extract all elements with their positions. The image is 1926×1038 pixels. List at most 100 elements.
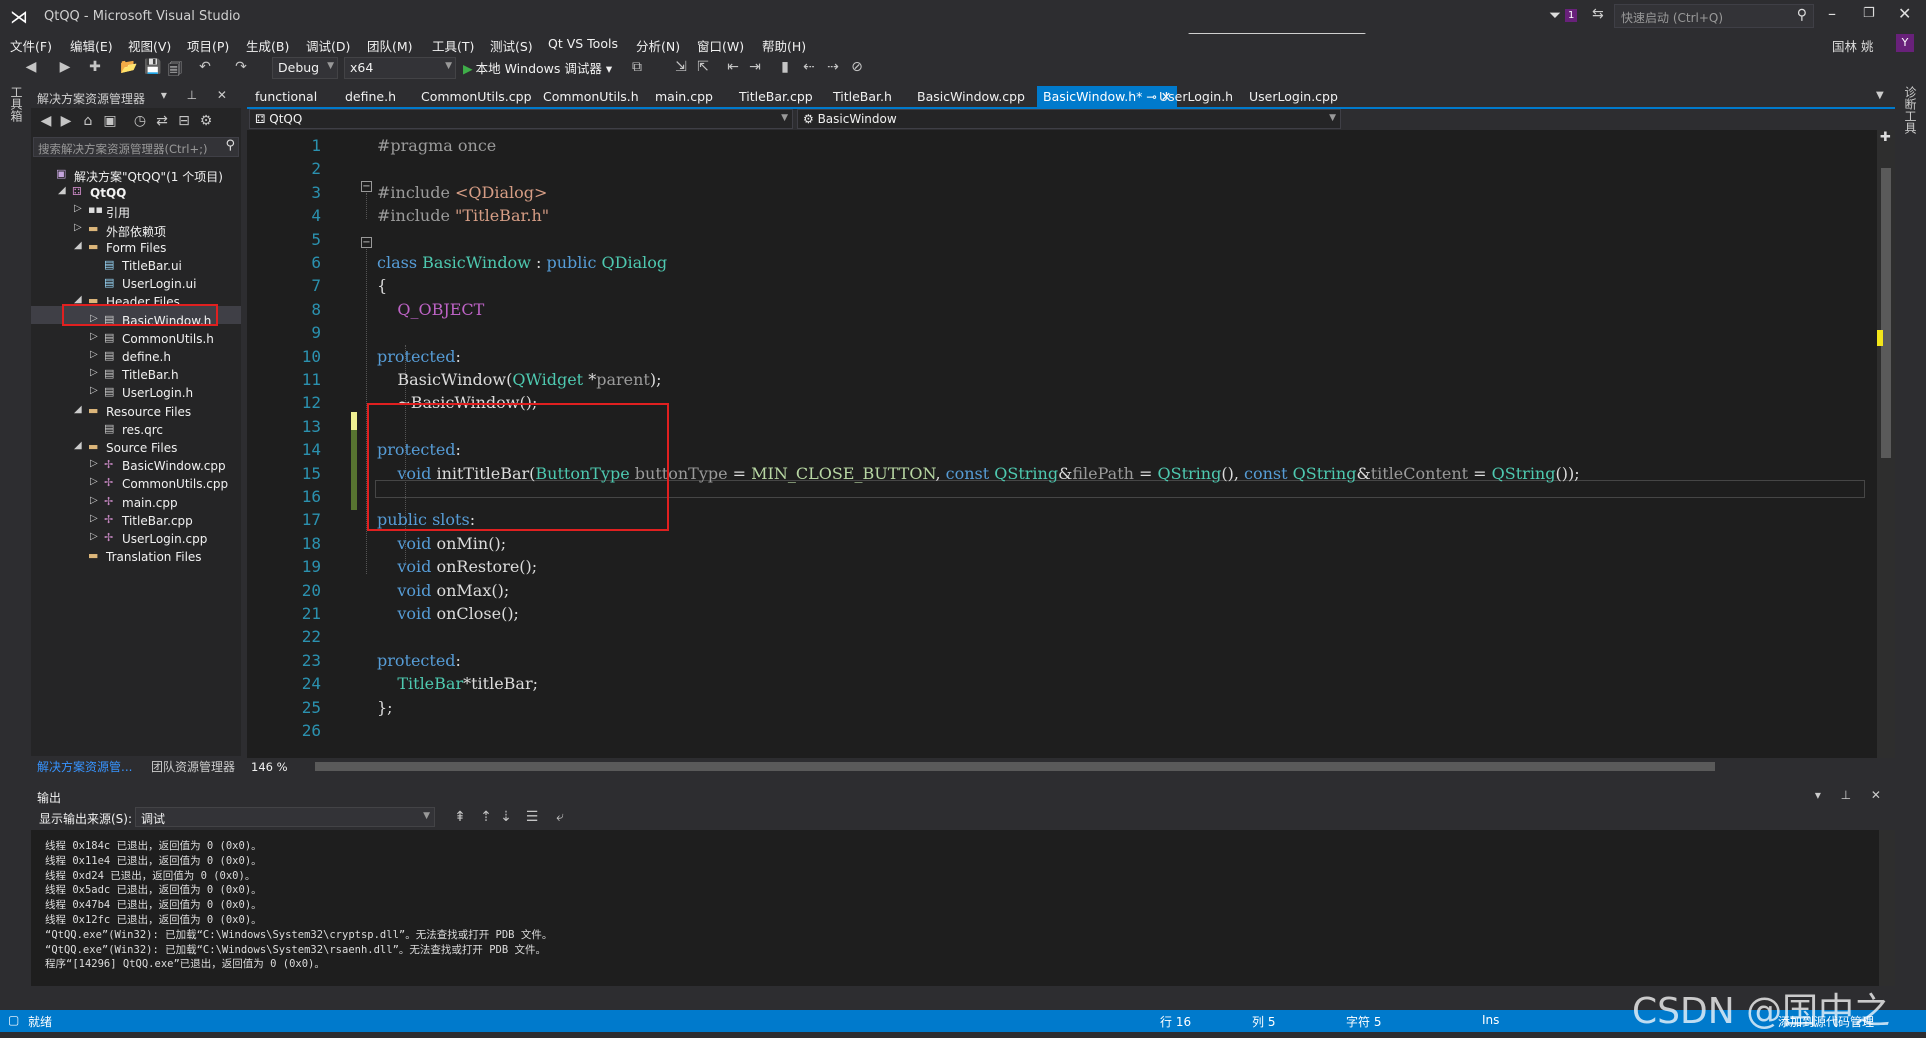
- properties-icon[interactable]: ⚙: [197, 113, 215, 129]
- menu-build[interactable]: 生成(B): [246, 36, 289, 55]
- indent-icon[interactable]: ⇥: [746, 59, 764, 75]
- menu-window[interactable]: 窗口(W): [697, 36, 744, 55]
- code-line[interactable]: void onMax();: [377, 581, 509, 600]
- navigate-forward-icon[interactable]: ▶: [56, 59, 74, 75]
- switch-views-icon[interactable]: ▣: [101, 113, 119, 129]
- code-line[interactable]: #include "TitleBar.h": [377, 206, 549, 225]
- user-avatar[interactable]: Y: [1896, 34, 1914, 52]
- save-all-icon[interactable]: 🗐: [166, 59, 184, 83]
- code-line[interactable]: void onRestore();: [377, 557, 537, 576]
- tree-item[interactable]: ▤ UserLogin.ui: [31, 276, 241, 294]
- doc-tab[interactable]: CommonUtils.h: [537, 86, 645, 108]
- code-line[interactable]: #pragma once: [377, 136, 496, 155]
- collapsed-arrow-icon[interactable]: ▷: [90, 458, 102, 469]
- tree-item[interactable]: ▤ TitleBar.ui: [31, 258, 241, 276]
- tree-item[interactable]: ▷ ✢ UserLogin.cpp: [31, 531, 241, 549]
- code-editor[interactable]: 1 2 3 4 5 6 7 8 9 10 11 12 13 14 15 16 17 18 19 20 21 22 23 24 2…: [247, 130, 1877, 758]
- solution-search-input[interactable]: 搜索解决方案资源管理器(Ctrl+;) ⚲: [33, 137, 239, 157]
- scrollbar-thumb[interactable]: [315, 762, 1715, 771]
- tree-item[interactable]: ▷ ▤ TitleBar.h: [31, 367, 241, 385]
- editor-horizontal-scrollbar[interactable]: [315, 762, 1875, 772]
- menu-edit[interactable]: 编辑(E): [70, 36, 113, 55]
- notification-flag-icon[interactable]: ⏷: [1549, 6, 1561, 24]
- close-window-button[interactable]: ✕: [1898, 4, 1911, 23]
- platform-select[interactable]: x64 ▼: [344, 57, 456, 79]
- step-into-icon[interactable]: ⇲: [672, 59, 690, 75]
- tree-item[interactable]: ▷ ✢ main.cpp: [31, 495, 241, 513]
- collapsed-arrow-icon[interactable]: ▷: [90, 367, 102, 378]
- tree-item[interactable]: ▷ ▤ UserLogin.h: [31, 385, 241, 403]
- start-debugging-button[interactable]: ▶ 本地 Windows 调试器 ▾: [463, 58, 612, 78]
- bookmark-next-icon[interactable]: ⇢: [824, 59, 842, 75]
- tree-item[interactable]: ◢ ▬ Form Files: [31, 240, 241, 258]
- tabs-overflow-icon[interactable]: ▼: [1876, 90, 1884, 101]
- collapsed-arrow-icon[interactable]: ▷: [74, 203, 86, 214]
- forward-icon[interactable]: ▶: [57, 113, 75, 129]
- code-line[interactable]: protected:: [377, 347, 461, 366]
- attach-process-icon[interactable]: ⧉: [628, 59, 646, 75]
- menu-debug[interactable]: 调试(D): [306, 36, 350, 55]
- menu-analyze[interactable]: 分析(N): [636, 36, 680, 55]
- code-line[interactable]: Q_OBJECT: [377, 300, 484, 319]
- code-line[interactable]: #include <QDialog>: [377, 183, 547, 202]
- class-scope-select[interactable]: ⚙ BasicWindow ▼: [797, 109, 1341, 129]
- tree-item[interactable]: ▷ ✢ TitleBar.cpp: [31, 513, 241, 531]
- menu-test[interactable]: 测试(S): [490, 36, 533, 55]
- tree-item[interactable]: ◢ ▬ Resource Files: [31, 404, 241, 422]
- menu-qt-vs-tools[interactable]: Qt VS Tools: [548, 36, 618, 51]
- doc-tab[interactable]: TitleBar.h: [827, 86, 898, 108]
- collapsed-arrow-icon[interactable]: ▷: [90, 531, 102, 542]
- output-text-area[interactable]: 线程 0x184c 已退出，返回值为 0 (0x0)。 线程 0x11e4 已退出…: [31, 830, 1879, 986]
- output-vertical-scrollbar[interactable]: [1879, 830, 1895, 986]
- menu-project[interactable]: 项目(P): [187, 36, 229, 55]
- toolbox-tab[interactable]: 工具箱: [8, 86, 25, 122]
- tab-solution-explorer[interactable]: 解决方案资源管...: [37, 758, 132, 775]
- pending-changes-icon[interactable]: ◷: [131, 113, 149, 129]
- outdent-icon[interactable]: ⇤: [724, 59, 742, 75]
- menu-help[interactable]: 帮助(H): [762, 36, 806, 55]
- doc-tab[interactable]: functional: [249, 86, 323, 108]
- project-scope-select[interactable]: ⚃ QtQQ ▼: [249, 109, 793, 129]
- prev-message-icon[interactable]: ⇡: [477, 809, 495, 825]
- doc-tab[interactable]: main.cpp: [649, 86, 719, 108]
- minimize-button[interactable]: –: [1828, 4, 1836, 23]
- doc-tab[interactable]: define.h: [339, 86, 402, 108]
- tree-item[interactable]: ▷ ▤ define.h: [31, 349, 241, 367]
- step-over-icon[interactable]: ⇱: [694, 59, 712, 75]
- find-message-icon[interactable]: ⇞: [451, 809, 469, 825]
- code-line[interactable]: void onClose();: [377, 604, 519, 623]
- tree-item[interactable]: ▣ 解决方案"QtQQ"(1 个项目): [31, 167, 241, 185]
- zoom-level-select[interactable]: 146 %: [251, 760, 288, 774]
- next-message-icon[interactable]: ⇣: [497, 809, 515, 825]
- code-line[interactable]: class BasicWindow : public QDialog: [377, 253, 667, 272]
- menu-file[interactable]: 文件(F): [10, 36, 52, 55]
- tree-item[interactable]: ◢ ▬ Source Files: [31, 440, 241, 458]
- doc-tab[interactable]: BasicWindow.cpp: [911, 86, 1031, 108]
- output-source-select[interactable]: 调试 ▼: [135, 807, 435, 827]
- collapsed-arrow-icon[interactable]: ▷: [90, 331, 102, 342]
- solution-config-select[interactable]: Debug ▼: [272, 57, 338, 79]
- open-file-icon[interactable]: 📂: [120, 59, 138, 75]
- expanded-arrow-icon[interactable]: ◢: [58, 185, 70, 196]
- tree-item[interactable]: ▬ Translation Files: [31, 549, 241, 567]
- collapsed-arrow-icon[interactable]: ▷: [90, 495, 102, 506]
- tree-item[interactable]: ▷ ✢ BasicWindow.cpp: [31, 458, 241, 476]
- back-icon[interactable]: ◀: [37, 113, 55, 129]
- scrollbar-thumb[interactable]: [1881, 168, 1891, 458]
- diagnostic-tools-tab[interactable]: 诊断工具: [1902, 86, 1919, 134]
- feedback-icon[interactable]: ⇆: [1592, 6, 1604, 22]
- word-wrap-icon[interactable]: ⤶: [551, 809, 569, 825]
- tree-item[interactable]: ▷ ✢ CommonUtils.cpp: [31, 476, 241, 494]
- menu-view[interactable]: 视图(V): [128, 36, 171, 55]
- restore-button[interactable]: ❐: [1863, 6, 1875, 21]
- notification-badge[interactable]: 1: [1565, 9, 1578, 22]
- doc-tab[interactable]: UserLogin.cpp: [1243, 86, 1344, 108]
- code-line[interactable]: protected:: [377, 651, 461, 670]
- code-line[interactable]: {: [377, 276, 387, 295]
- fold-toggle-icon[interactable]: −: [361, 237, 372, 248]
- collapsed-arrow-icon[interactable]: ▷: [90, 476, 102, 487]
- home-icon[interactable]: ⌂: [79, 113, 97, 129]
- code-line[interactable]: TitleBar*titleBar;: [377, 674, 538, 693]
- tree-item[interactable]: ▷ ▤ CommonUtils.h: [31, 331, 241, 349]
- bookmark-clear-icon[interactable]: ⊘: [848, 59, 866, 75]
